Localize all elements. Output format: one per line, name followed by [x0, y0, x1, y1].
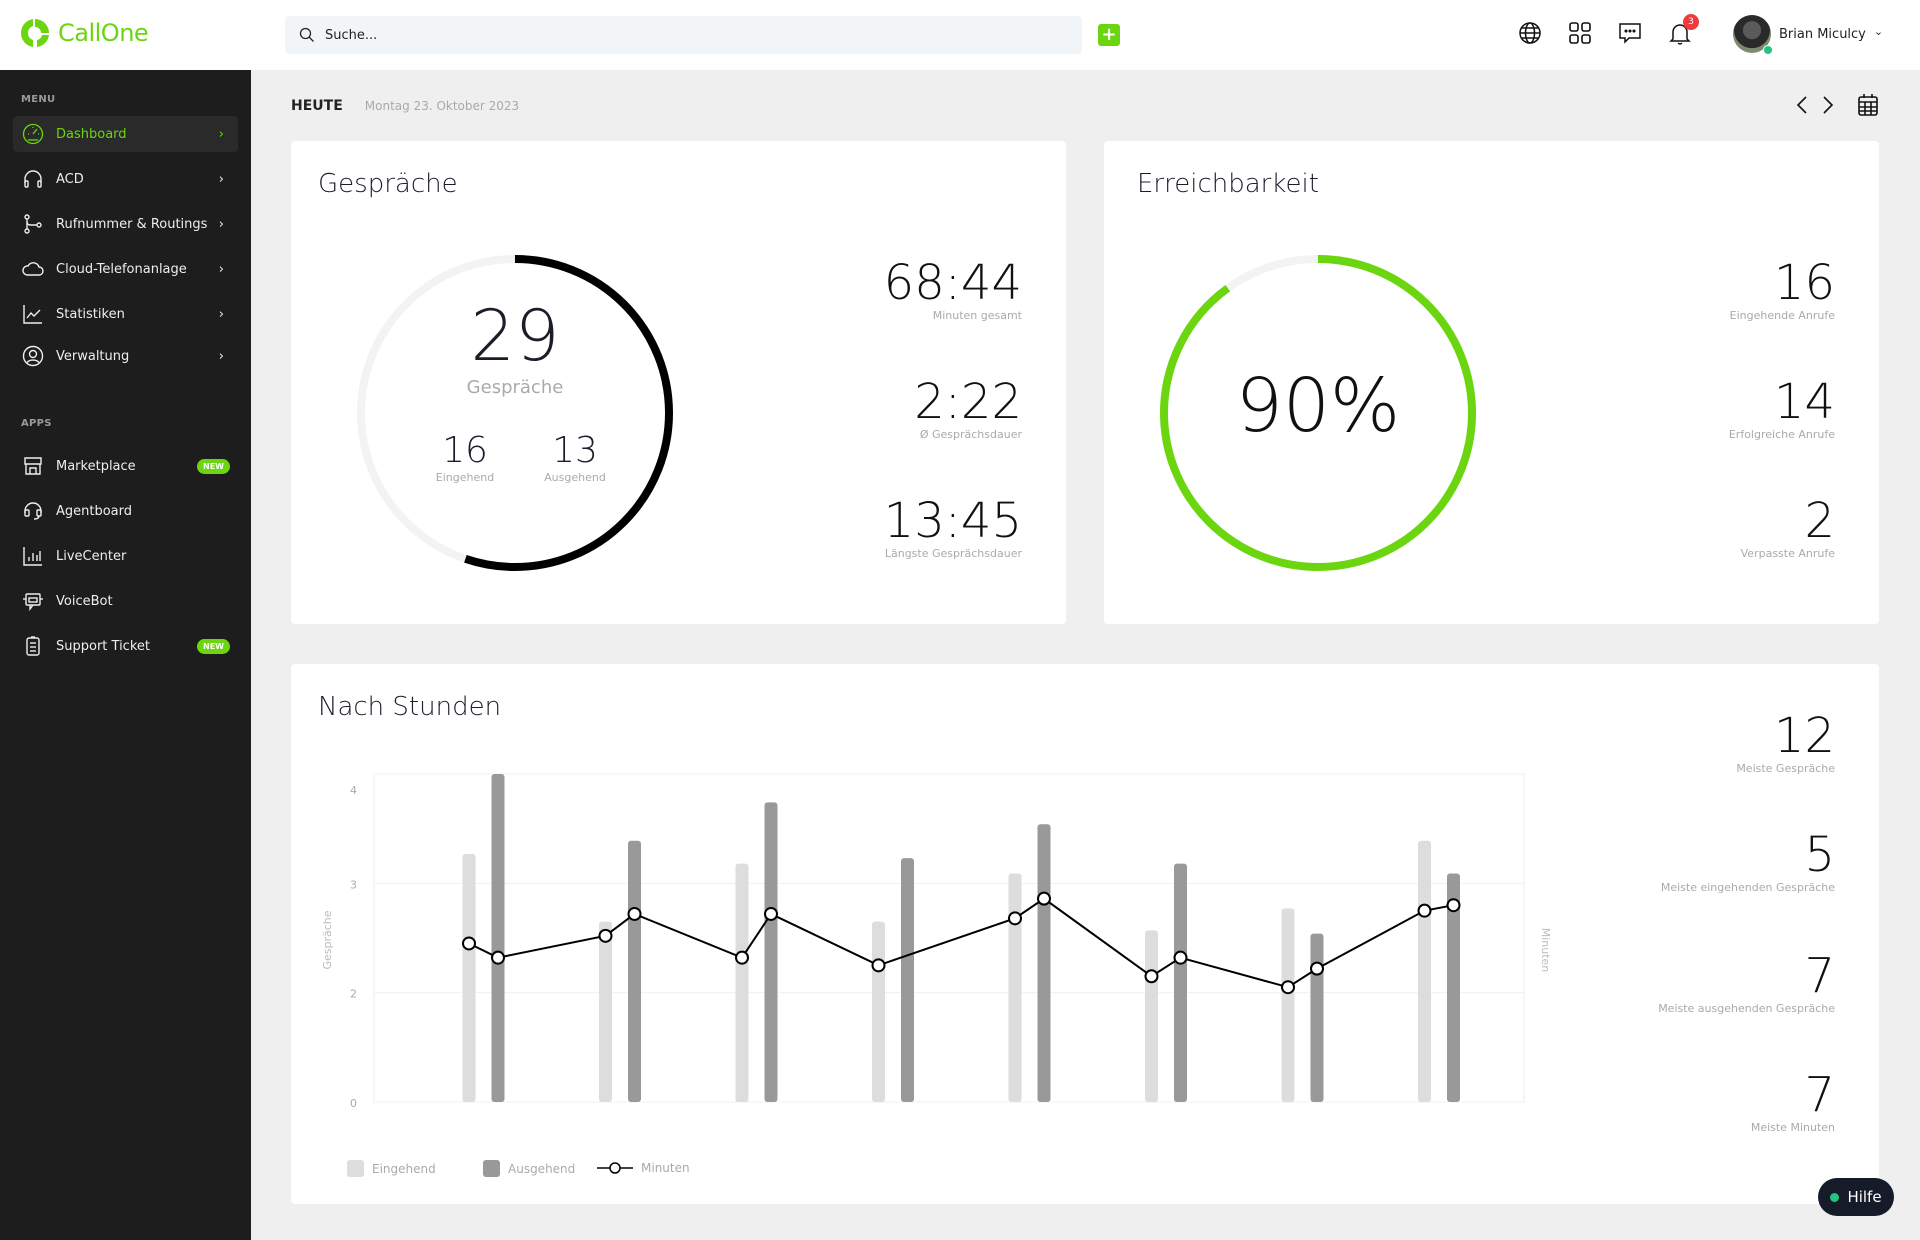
bar-eingehend [1418, 840, 1431, 1102]
minuten-point [598, 928, 613, 943]
minuten-point [1446, 898, 1461, 913]
y-tick-label: 2 [350, 988, 357, 1001]
bar-eingehend [462, 853, 476, 1102]
bar-eingehend [1145, 930, 1158, 1102]
legend-swatch-incoming [347, 1160, 364, 1177]
bar-ausgehend [628, 840, 641, 1102]
legend-label: Ausgehend [508, 1161, 576, 1176]
y-tick-label: 4 [350, 784, 357, 797]
y-axis-label: Gespräche [321, 910, 334, 969]
bar-eingehend [735, 863, 749, 1102]
plot-frame [373, 773, 1525, 1103]
minuten-point [871, 958, 886, 973]
legend-item-ausgehend[interactable]: Ausgehend [483, 1160, 575, 1177]
minuten-point [1008, 911, 1022, 926]
legend-line-marker-icon [597, 1162, 633, 1174]
minuten-point [627, 906, 642, 921]
legend-label: Eingehend [372, 1161, 436, 1176]
bar-eingehend [1008, 873, 1022, 1102]
minuten-point [491, 950, 505, 965]
bar-ausgehend [1174, 863, 1187, 1102]
y-tick-label: 3 [350, 878, 357, 891]
legend-label: Minuten [641, 1161, 690, 1175]
bar-ausgehend [1037, 824, 1051, 1102]
bar-ausgehend [1310, 933, 1324, 1102]
legend-swatch-outgoing [483, 1160, 500, 1177]
bar-ausgehend [764, 802, 778, 1102]
bar-ausgehend [491, 774, 505, 1102]
bar-ausgehend [901, 858, 914, 1102]
hourly-chart: 0 2 3 4 Gespräche Minuten [321, 773, 1552, 1110]
bar-eingehend [599, 921, 612, 1102]
minuten-point [462, 936, 476, 951]
status-dot-icon [1830, 1192, 1840, 1202]
minuten-point [1310, 961, 1324, 976]
minuten-point [1173, 950, 1188, 965]
minuten-point [1281, 980, 1295, 995]
minuten-point [735, 950, 749, 965]
help-label: Hilfe [1847, 1188, 1882, 1206]
bar-eingehend [872, 921, 885, 1102]
minuten-point [1037, 891, 1051, 906]
legend-item-eingehend[interactable]: Eingehend [347, 1160, 436, 1177]
legend-item-minuten[interactable]: Minuten [597, 1160, 690, 1176]
bar-eingehend [1281, 908, 1295, 1102]
help-button[interactable]: Hilfe [1818, 1178, 1894, 1216]
minuten-line [468, 897, 1454, 989]
y-tick-label: 0 [350, 1097, 357, 1110]
minuten-point [1417, 903, 1432, 918]
y2-axis-label: Minuten [1539, 928, 1552, 973]
minuten-point [1144, 969, 1159, 984]
minuten-point [764, 906, 778, 921]
